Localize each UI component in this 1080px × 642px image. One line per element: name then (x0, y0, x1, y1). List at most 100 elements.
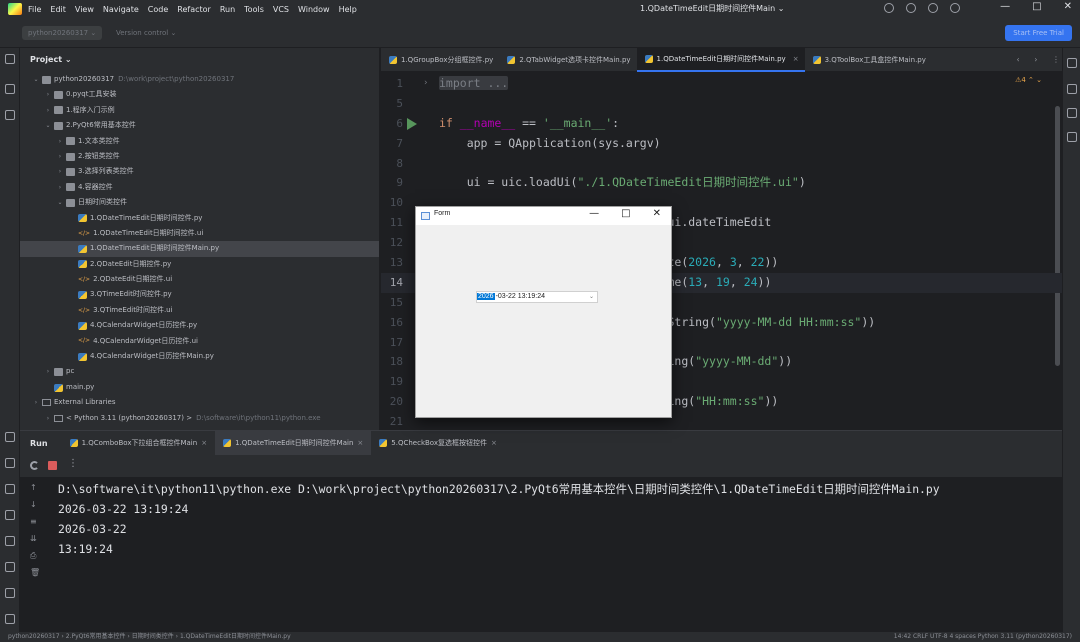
tree-item[interactable]: › External Libraries (20, 395, 379, 410)
services-tool-icon[interactable] (5, 432, 15, 442)
code-line[interactable]: 9 ui = uic.loadUi("./1.QDateTimeEdit日期时间… (381, 173, 1072, 193)
menu-item-code[interactable]: Code (148, 5, 168, 14)
code-line[interactable]: 6 if __name__ == '__main__': (381, 114, 1072, 134)
print-icon[interactable]: ⎙ (30, 551, 36, 561)
project-panel-title[interactable]: Project ⌄ (20, 48, 379, 72)
form-minimize-button[interactable]: — (589, 208, 599, 219)
more-tools-icon[interactable] (5, 110, 15, 120)
close-tab-icon[interactable]: × (201, 431, 207, 455)
soft-wrap-icon[interactable]: ≡ (30, 517, 37, 526)
problems-tool-icon[interactable] (5, 588, 15, 598)
run-tab[interactable]: 1.QComboBox下拉组合框控件Main × (62, 431, 216, 455)
tree-item[interactable]: › 3.选择列表类控件 (20, 164, 379, 179)
run-tool-icon[interactable] (5, 458, 15, 468)
tree-item[interactable]: </> 3.QTimeEdit时间控件.ui (20, 303, 379, 318)
tree-item[interactable]: 1.QDateTimeEdit日期时间控件Main.py (20, 241, 379, 257)
menu-item-view[interactable]: View (75, 5, 94, 14)
datetime-dropdown-arrow-icon[interactable]: ⌄ (589, 292, 594, 302)
form-close-button[interactable]: ✕ (653, 208, 661, 219)
chevron-right-icon[interactable]: › (44, 364, 52, 379)
scientific-view-icon[interactable] (1067, 132, 1077, 142)
project-switcher[interactable]: python20260317 ⌄ (22, 26, 103, 40)
python-packages-icon[interactable] (5, 484, 15, 494)
settings-gear-icon[interactable] (950, 3, 960, 13)
chevron-right-icon[interactable]: › (44, 103, 52, 118)
tree-item[interactable]: › 1.程序入门示例 (20, 103, 379, 118)
fold-icon[interactable]: › (423, 74, 428, 94)
tree-item[interactable]: 4.QCalendarWidget日历控件Main.py (20, 349, 379, 364)
datetime-year-section[interactable]: 2026 (477, 293, 495, 300)
code-line[interactable]: 8 (381, 154, 1072, 174)
tree-item[interactable]: › 0.pyqt工具安装 (20, 87, 379, 102)
rerun-icon[interactable] (30, 461, 39, 470)
code-line[interactable]: 5 (381, 94, 1072, 114)
vcs-switcher[interactable]: Version control ⌄ (116, 26, 176, 40)
search-icon[interactable] (928, 3, 938, 13)
tree-item[interactable]: </> 1.QDateTimeEdit日期时间控件.ui (20, 226, 379, 241)
tree-item[interactable]: › 4.容器控件 (20, 180, 379, 195)
scroll-to-end-icon[interactable]: ⇊ (30, 534, 37, 543)
tree-item[interactable]: </> 2.QDateEdit日期控件.ui (20, 272, 379, 287)
editor-tab[interactable]: 1.QDateTimeEdit日期时间控件Main.py × (636, 48, 805, 72)
chevron-right-icon[interactable]: › (56, 134, 64, 149)
tree-item[interactable]: › 2.按钮类控件 (20, 149, 379, 164)
menu-item-tools[interactable]: Tools (244, 5, 264, 14)
tree-item[interactable]: main.py (20, 380, 379, 395)
chevron-right-icon[interactable]: › (56, 164, 64, 179)
menu-item-run[interactable]: Run (220, 5, 235, 14)
tree-item[interactable]: 3.QTimeEdit时间控件.py (20, 287, 379, 302)
more-options-icon[interactable]: ⋮ (68, 458, 78, 469)
form-maximize-button[interactable]: □ (621, 208, 630, 219)
editor-tab[interactable]: 2.QTabWidget选项卡控件Main.py (499, 48, 636, 72)
trash-icon[interactable]: 🗑 (30, 568, 40, 577)
debug-tool-icon[interactable] (5, 536, 15, 546)
editor-tab[interactable]: 3.QToolBox工具盒控件Main.py (805, 48, 932, 72)
close-button[interactable]: ✕ (1064, 1, 1072, 12)
chevron-right-icon[interactable]: › (56, 180, 64, 195)
chevron-down-icon[interactable]: ⌄ (44, 118, 52, 133)
minimize-button[interactable]: — (1000, 1, 1010, 12)
editor-tab[interactable]: 1.QGroupBox分组框控件.py (381, 48, 499, 72)
menu-item-edit[interactable]: Edit (50, 5, 66, 14)
structure-tool-icon[interactable] (5, 84, 15, 94)
close-tab-icon[interactable]: × (793, 48, 799, 71)
tree-item[interactable]: ⌄ python20260317 D:\work\project\python202… (20, 72, 379, 87)
chevron-right-icon[interactable]: › (44, 411, 52, 426)
run-configuration-selector[interactable]: 1.QDateTimeEdit日期时间控件Main ⌄ (640, 3, 784, 14)
tree-item[interactable]: › pc (20, 364, 379, 379)
run-tab[interactable]: 5.QCheckBox复选框按钮控件 × (371, 431, 505, 455)
console-output[interactable]: D:\software\it\python11\python.exe D:\wo… (58, 479, 940, 559)
start-free-trial-button[interactable]: Start Free Trial (1005, 25, 1072, 41)
project-tool-icon[interactable] (5, 54, 15, 64)
scroll-down-icon[interactable]: ↓ (30, 500, 37, 509)
tree-item[interactable]: › < Python 3.11 (python20260317) > D:\soft… (20, 411, 379, 426)
ai-chat-icon[interactable] (1067, 84, 1077, 94)
menu-item-file[interactable]: File (28, 5, 41, 14)
menu-item-navigate[interactable]: Navigate (103, 5, 139, 14)
tree-item[interactable]: 2.QDateEdit日期控件.py (20, 257, 379, 272)
stop-icon[interactable] (48, 461, 57, 470)
tree-item[interactable]: 4.QCalendarWidget日历控件.py (20, 318, 379, 333)
chevron-right-icon[interactable]: › (32, 395, 40, 410)
status-info[interactable]: 14:42 CRLF UTF-8 4 spaces Python 3.11 (p… (894, 632, 1072, 642)
code-line[interactable]: 1 › import ... (381, 74, 1072, 94)
chevron-right-icon[interactable]: › (56, 149, 64, 164)
menu-item-vcs[interactable]: VCS (273, 5, 289, 14)
git-tool-icon[interactable] (5, 614, 15, 624)
python-console-icon[interactable] (5, 510, 15, 520)
tree-item[interactable]: ⌄ 日期时间类控件 (20, 195, 379, 210)
database-icon[interactable] (1067, 108, 1077, 118)
tree-item[interactable]: </> 4.QCalendarWidget日历控件.ui (20, 334, 379, 349)
notifications-icon[interactable] (1067, 58, 1077, 68)
status-breadcrumb[interactable]: python20260317 › 2.PyQt6常用基本控件 › 日期时间类控件… (8, 633, 291, 640)
tab-controls[interactable]: ‹ › ⋮ (1017, 48, 1066, 72)
scroll-up-icon[interactable]: ↑ (30, 483, 37, 492)
chevron-down-icon[interactable]: ⌄ (32, 72, 40, 87)
datetime-rest[interactable]: -03-22 13:19:24 (495, 293, 545, 300)
chevron-right-icon[interactable]: › (44, 87, 52, 102)
ai-assistant-icon[interactable] (884, 3, 894, 13)
tree-item[interactable]: 1.QDateTimeEdit日期时间控件.py (20, 211, 379, 226)
run-gutter-icon[interactable] (407, 117, 417, 130)
chevron-down-icon[interactable]: ⌄ (56, 195, 64, 210)
menu-item-help[interactable]: Help (339, 5, 357, 14)
